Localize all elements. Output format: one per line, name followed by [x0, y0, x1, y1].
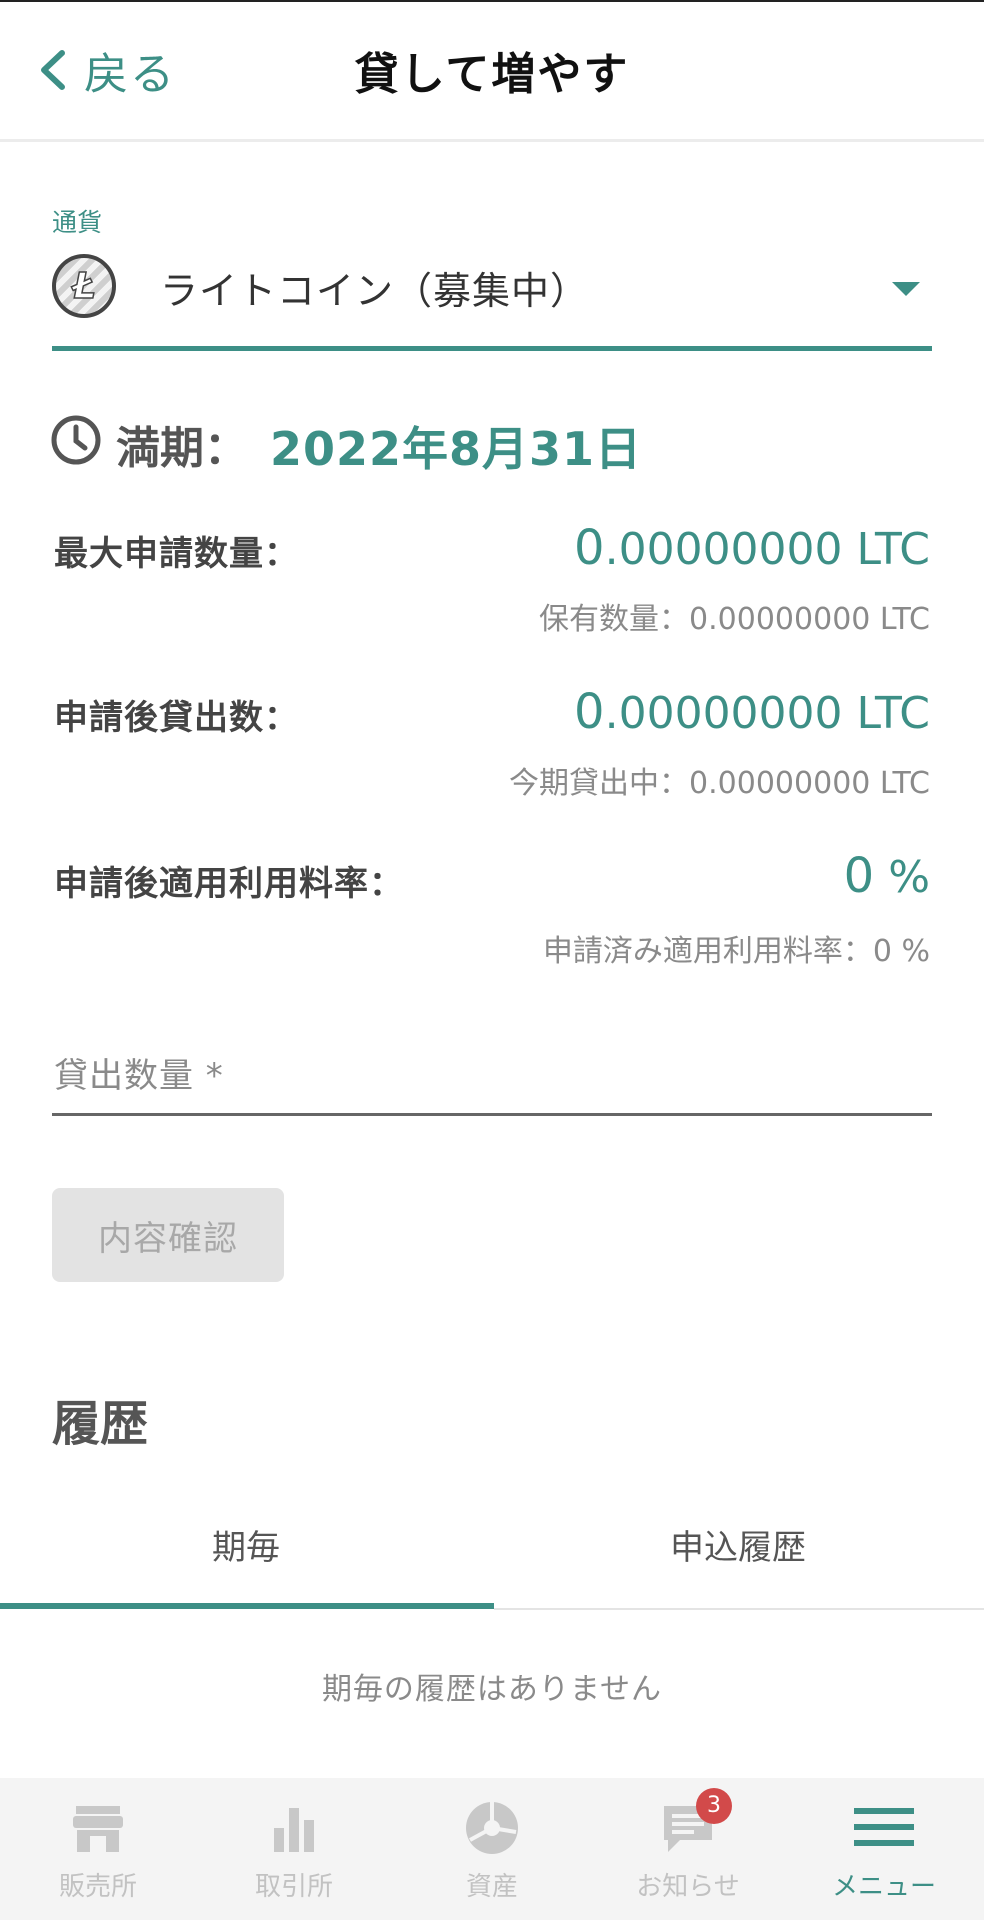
currency-label: 通貨: [52, 208, 103, 237]
lend-amount-input[interactable]: [52, 1030, 932, 1116]
tab-per-period[interactable]: 期毎: [0, 1520, 492, 1569]
nav-item-menu[interactable]: メニュー: [786, 1800, 982, 1910]
empty-history-message: 期毎の履歴はありません: [321, 1672, 663, 1707]
applied-rate: 申請済み適用利用料率：0 %: [542, 934, 930, 969]
rate-after-value: 0 %: [843, 848, 930, 904]
hamburger-menu-icon: [854, 1808, 914, 1846]
nav-item-notices[interactable]: お知らせ: [590, 1800, 786, 1910]
page-title: 貸して増やす: [354, 49, 630, 100]
lend-after-label: 申請後貸出数：: [54, 698, 299, 738]
max-amount-value: 0.00000000 LTC: [574, 520, 930, 576]
maturity-date: 2022年8月31日: [270, 422, 643, 476]
currency-underline: [52, 346, 932, 351]
tab-application-history[interactable]: 申込履歴: [492, 1520, 984, 1569]
rate-after-label: 申請後適用利用料率：: [54, 864, 404, 904]
holding-amount: 保有数量：0.00000000 LTC: [539, 602, 930, 637]
confirm-button[interactable]: 内容確認: [52, 1188, 284, 1282]
pie-chart-icon: [466, 1802, 518, 1854]
dropdown-caret-icon[interactable]: [892, 282, 920, 296]
current-lending-amount: 今期貸出中：0.00000000 LTC: [509, 766, 930, 801]
nav-item-store[interactable]: 販売所: [0, 1800, 196, 1910]
store-icon: [73, 1806, 123, 1852]
currency-select[interactable]: ライトコイン（募集中）: [160, 260, 589, 315]
clock-icon: [51, 415, 101, 465]
max-amount-label: 最大申請数量：: [54, 534, 299, 574]
litecoin-icon: Ł: [52, 254, 116, 318]
notification-badge: 3: [696, 1788, 732, 1824]
active-tab-indicator: [0, 1603, 494, 1609]
nav-item-assets[interactable]: 資産: [394, 1800, 590, 1910]
bar-chart-icon: [274, 1808, 314, 1852]
maturity-label: 満期：: [116, 423, 248, 474]
nav-item-exchange[interactable]: 取引所: [196, 1800, 392, 1910]
history-title: 履歴: [52, 1396, 149, 1452]
tab-divider: [494, 1608, 984, 1610]
lend-after-value: 0.00000000 LTC: [574, 684, 930, 740]
